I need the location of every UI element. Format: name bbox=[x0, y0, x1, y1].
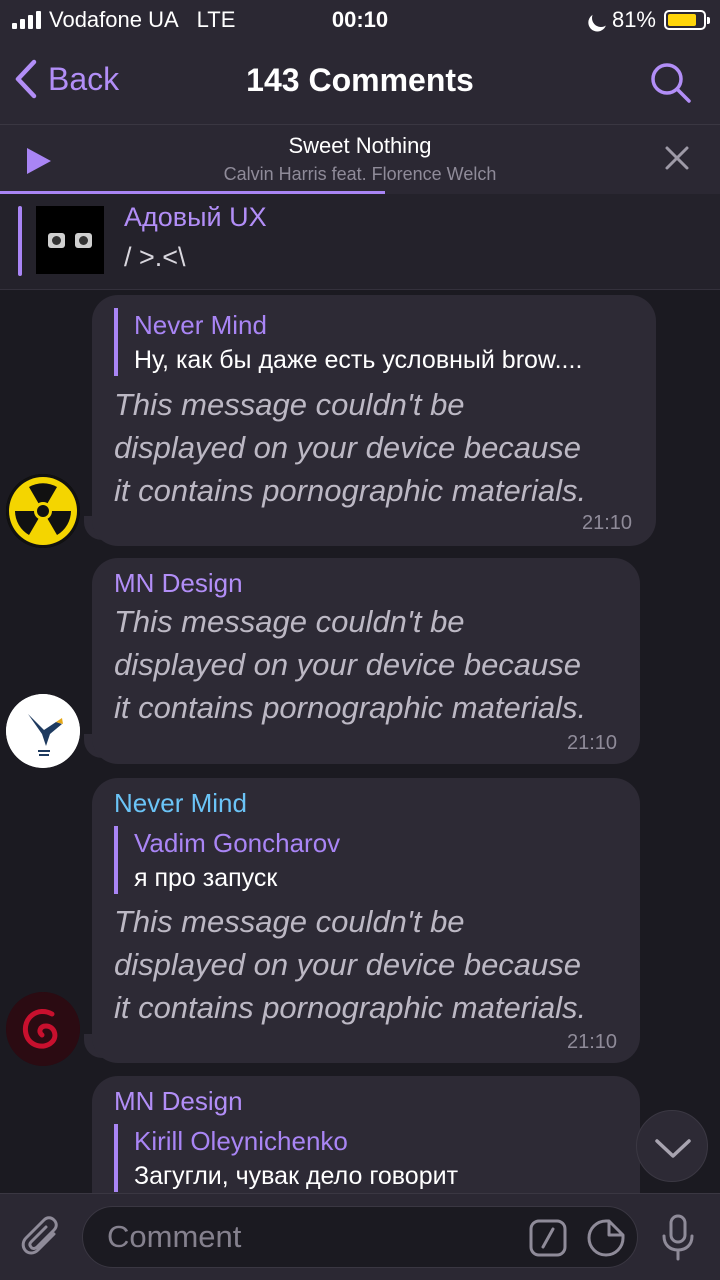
comment-field[interactable]: Comment bbox=[82, 1206, 638, 1268]
chevron-down-icon bbox=[655, 1139, 691, 1158]
song-artist: Calvin Harris feat. Florence Welch bbox=[223, 164, 497, 184]
scroll-to-bottom-button[interactable] bbox=[636, 1110, 708, 1182]
microphone-icon bbox=[662, 1214, 694, 1261]
message: MN Design This message couldn't be displ… bbox=[0, 558, 720, 770]
reply-author: Vadim Goncharov bbox=[134, 828, 341, 858]
message-time: 21:10 bbox=[567, 732, 618, 754]
reply-author: Never Mind bbox=[134, 310, 267, 340]
avatar[interactable] bbox=[6, 474, 80, 548]
reply-author: Kirill Oleynichenko bbox=[134, 1126, 348, 1156]
message: Never Mind Ну, как бы даже есть условный… bbox=[0, 290, 720, 550]
page-title: 143 Comments bbox=[246, 62, 474, 98]
message-text: This message couldn't be displayed on yo… bbox=[114, 387, 587, 508]
paperclip-icon bbox=[21, 1216, 58, 1255]
sender-name[interactable]: MN Design bbox=[114, 568, 243, 599]
comment-placeholder: Comment bbox=[107, 1219, 242, 1254]
camera-icon bbox=[48, 232, 65, 248]
bot-command-button[interactable] bbox=[529, 1219, 567, 1262]
attach-button[interactable] bbox=[20, 1214, 64, 1267]
message: Never Mind Vadim Goncharov я про запуск … bbox=[0, 778, 720, 1068]
reply-text: я про запуск bbox=[134, 864, 278, 892]
pinned-channel-name: Адовый UX bbox=[124, 202, 267, 232]
close-icon bbox=[665, 146, 689, 170]
battery-level bbox=[668, 14, 696, 26]
pinned-post[interactable]: Адовый UX / >.<\ bbox=[0, 194, 720, 290]
reply-quote[interactable]: Never Mind Ну, как бы даже есть условный… bbox=[114, 308, 582, 376]
close-player-button[interactable] bbox=[664, 145, 690, 176]
radiation-icon bbox=[6, 474, 80, 548]
camera-icon bbox=[75, 232, 92, 248]
message-time: 21:10 bbox=[567, 1031, 618, 1053]
message: MN Design Kirill Oleynichenko Загугли, ч… bbox=[0, 1076, 720, 1193]
pinned-text: / >.<\ bbox=[124, 242, 186, 272]
sender-name[interactable]: Never Mind bbox=[114, 788, 247, 819]
status-bar: Vodafone UA LTE 00:10 81% bbox=[0, 0, 720, 40]
comment-input-bar: Comment bbox=[0, 1193, 720, 1280]
battery-icon bbox=[664, 10, 710, 30]
pinned-thumbnail bbox=[36, 206, 104, 274]
avatar[interactable] bbox=[6, 694, 80, 768]
navigation-bar: Back 143 Comments bbox=[0, 40, 720, 124]
sender-name[interactable]: MN Design bbox=[114, 1086, 243, 1117]
do-not-disturb-icon bbox=[589, 6, 612, 29]
reply-text: Загугли, чувак дело говорит bbox=[134, 1162, 459, 1190]
slash-command-icon bbox=[529, 1219, 567, 1257]
sticker-icon bbox=[587, 1219, 625, 1257]
reply-text: Ну, как бы даже есть условный brow.... bbox=[134, 346, 583, 374]
search-button[interactable] bbox=[650, 62, 692, 109]
debian-swirl-icon bbox=[6, 992, 80, 1066]
reply-quote[interactable]: Kirill Oleynichenko Загугли, чувак дело … bbox=[114, 1124, 458, 1192]
reply-quote[interactable]: Vadim Goncharov я про запуск bbox=[114, 826, 340, 894]
message-text: This message couldn't be displayed on yo… bbox=[114, 904, 587, 1025]
bird-logo-icon bbox=[6, 694, 80, 768]
voice-message-button[interactable] bbox=[660, 1214, 696, 1267]
comments-list[interactable]: Never Mind Ну, как бы даже есть условный… bbox=[0, 290, 720, 1193]
search-icon bbox=[651, 63, 691, 103]
battery-percent: 81% bbox=[611, 7, 656, 32]
status-right: 81% bbox=[586, 6, 710, 33]
message-time: 21:10 bbox=[582, 512, 633, 534]
song-title: Sweet Nothing bbox=[288, 133, 432, 158]
avatar[interactable] bbox=[6, 992, 80, 1066]
message-text: This message couldn't be displayed on yo… bbox=[114, 604, 587, 725]
pinned-accent-bar bbox=[18, 206, 22, 276]
sticker-button[interactable] bbox=[587, 1219, 625, 1262]
music-player[interactable]: Sweet Nothing Calvin Harris feat. Floren… bbox=[0, 124, 720, 194]
